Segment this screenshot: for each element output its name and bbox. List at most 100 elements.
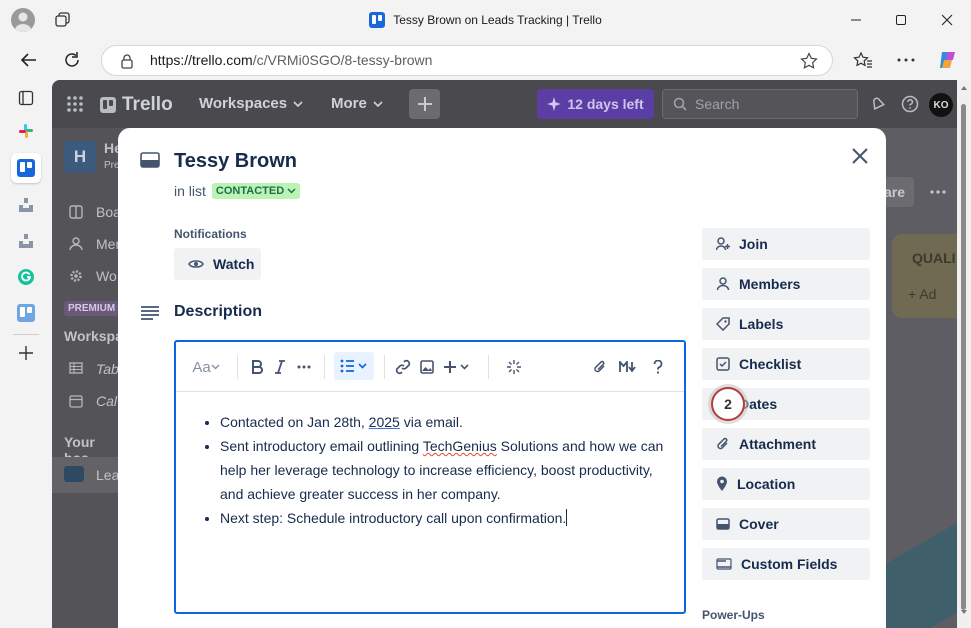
members-icon — [69, 237, 83, 251]
ai-assist-button[interactable] — [505, 356, 523, 378]
app-switcher-icon[interactable] — [67, 96, 83, 112]
app-tray-icon-2[interactable] — [11, 226, 41, 256]
tabs-icon[interactable] — [11, 83, 41, 113]
attachment-button[interactable]: Attachment — [702, 428, 870, 460]
sidebar-item-workspace-settings[interactable]: Wo — [96, 268, 117, 284]
create-button[interactable] — [409, 89, 440, 119]
close-modal-button[interactable] — [846, 142, 874, 170]
trello-logo[interactable]: Trello — [100, 94, 173, 116]
bullet-list-icon — [340, 359, 367, 373]
board-name: Lea — [96, 467, 120, 483]
cover-button[interactable]: Cover — [702, 508, 870, 540]
watch-button[interactable]: Watch — [174, 248, 261, 280]
back-button[interactable] — [19, 50, 39, 70]
sidebar-item-calendar[interactable]: Cal — [96, 393, 117, 409]
app-tray-icon[interactable] — [11, 190, 41, 220]
search-input[interactable]: Search — [662, 89, 858, 119]
trello-app-icon[interactable] — [11, 153, 41, 183]
card-list-info: in list CONTACTED — [174, 183, 301, 199]
insert-dropdown[interactable] — [442, 356, 474, 378]
bold-icon — [252, 360, 263, 374]
workspace-avatar[interactable]: H — [64, 141, 96, 173]
refresh-button[interactable] — [62, 50, 82, 70]
markdown-button[interactable] — [618, 356, 638, 378]
add-card-button[interactable]: + Ad — [908, 286, 936, 302]
sparkle-icon — [547, 97, 562, 111]
trial-button[interactable]: 12 days left — [537, 89, 654, 119]
image-button[interactable] — [418, 356, 436, 378]
lock-icon[interactable] — [120, 53, 134, 69]
trello-logo-text: Trello — [122, 94, 173, 115]
list-item: Contacted on Jan 28th, 2025 via email. — [220, 410, 670, 434]
copilot-icon[interactable] — [937, 49, 959, 71]
checklist-button[interactable]: Checklist — [702, 348, 870, 380]
help-button[interactable] — [650, 356, 666, 378]
plus-icon — [417, 97, 432, 111]
minimize-button[interactable] — [833, 0, 879, 40]
italic-button[interactable] — [272, 356, 288, 378]
trello-app-icon-2[interactable] — [11, 298, 41, 328]
labels-label: Labels — [739, 316, 784, 332]
attach-button[interactable] — [591, 356, 609, 378]
toolbar-divider — [488, 355, 489, 379]
link-icon — [395, 359, 411, 375]
join-button[interactable]: Join — [702, 228, 870, 260]
gear-icon — [69, 269, 83, 283]
url-host: https://trello.com — [150, 52, 253, 68]
notifications-bell-icon[interactable] — [870, 96, 886, 112]
board-menu-icon[interactable] — [930, 190, 946, 194]
avatar[interactable]: KO — [929, 93, 953, 117]
tag-icon — [716, 317, 730, 331]
labels-button[interactable]: Labels — [702, 308, 870, 340]
eye-icon — [188, 260, 204, 268]
close-window-button[interactable] — [924, 0, 970, 40]
window-title: Tessy Brown on Leads Tracking | Trello — [0, 0, 971, 40]
text-cursor — [566, 509, 568, 526]
grammarly-icon[interactable] — [11, 262, 41, 292]
page-scrollbar[interactable] — [957, 80, 971, 628]
more-label: More — [331, 95, 367, 112]
chevron-down-icon — [287, 188, 296, 194]
chevron-down-icon — [293, 100, 303, 107]
card-title[interactable]: Tessy Brown — [174, 150, 297, 173]
chevron-down-icon — [373, 100, 383, 107]
members-button[interactable]: Members — [702, 268, 870, 300]
custom-fields-button[interactable]: Custom Fields — [702, 548, 870, 580]
more-menu[interactable]: More — [331, 95, 383, 112]
annotation-badge: 2 — [711, 387, 745, 421]
list-status-dropdown[interactable]: CONTACTED — [211, 183, 301, 199]
more-formatting-button[interactable] — [295, 356, 313, 378]
sidebar-item-table[interactable]: Tab — [96, 361, 119, 377]
list-item-text: Contacted on Jan 28th, — [220, 414, 369, 430]
text-style-label: Aa — [192, 358, 211, 376]
maximize-button[interactable] — [878, 0, 924, 40]
description-editor[interactable]: Aa Contacted on Jan 28th, 2025 via email… — [174, 340, 686, 614]
editor-toolbar: Aa — [176, 342, 684, 392]
location-button[interactable]: Location — [702, 468, 870, 500]
favorite-star-icon[interactable] — [800, 52, 818, 70]
url-text[interactable]: https://trello.com/c/VRMi0SGO/8-tessy-br… — [150, 52, 432, 68]
help-icon[interactable] — [901, 95, 919, 113]
custom-fields-icon — [716, 558, 732, 570]
list-item-text: Sent introductory email outlining — [220, 438, 423, 454]
list-item-year: 2025 — [368, 414, 400, 430]
bullet-list-button[interactable] — [334, 352, 374, 380]
cover-icon — [716, 518, 730, 530]
bold-button[interactable] — [248, 356, 266, 378]
slack-icon[interactable] — [11, 116, 41, 146]
toolbar-divider — [237, 355, 238, 379]
more-options-icon[interactable] — [897, 58, 915, 62]
chevron-down-icon — [211, 364, 220, 370]
trello-top-nav: Trello Workspaces More 12 days left Sear… — [52, 80, 971, 128]
question-icon — [653, 360, 663, 374]
text-style-dropdown[interactable]: Aa — [190, 356, 222, 378]
sparkle-icon — [507, 360, 521, 374]
url-path: /c/VRMi0SGO/8-tessy-brown — [252, 52, 433, 68]
workspaces-menu[interactable]: Workspaces — [199, 95, 303, 112]
close-icon — [852, 148, 868, 164]
power-ups-heading: Power-Ups — [702, 608, 765, 622]
add-app-icon[interactable] — [11, 338, 41, 368]
favorites-icon[interactable] — [853, 51, 873, 69]
link-button[interactable] — [394, 356, 412, 378]
address-bar[interactable]: https://trello.com/c/VRMi0SGO/8-tessy-br… — [101, 45, 833, 76]
